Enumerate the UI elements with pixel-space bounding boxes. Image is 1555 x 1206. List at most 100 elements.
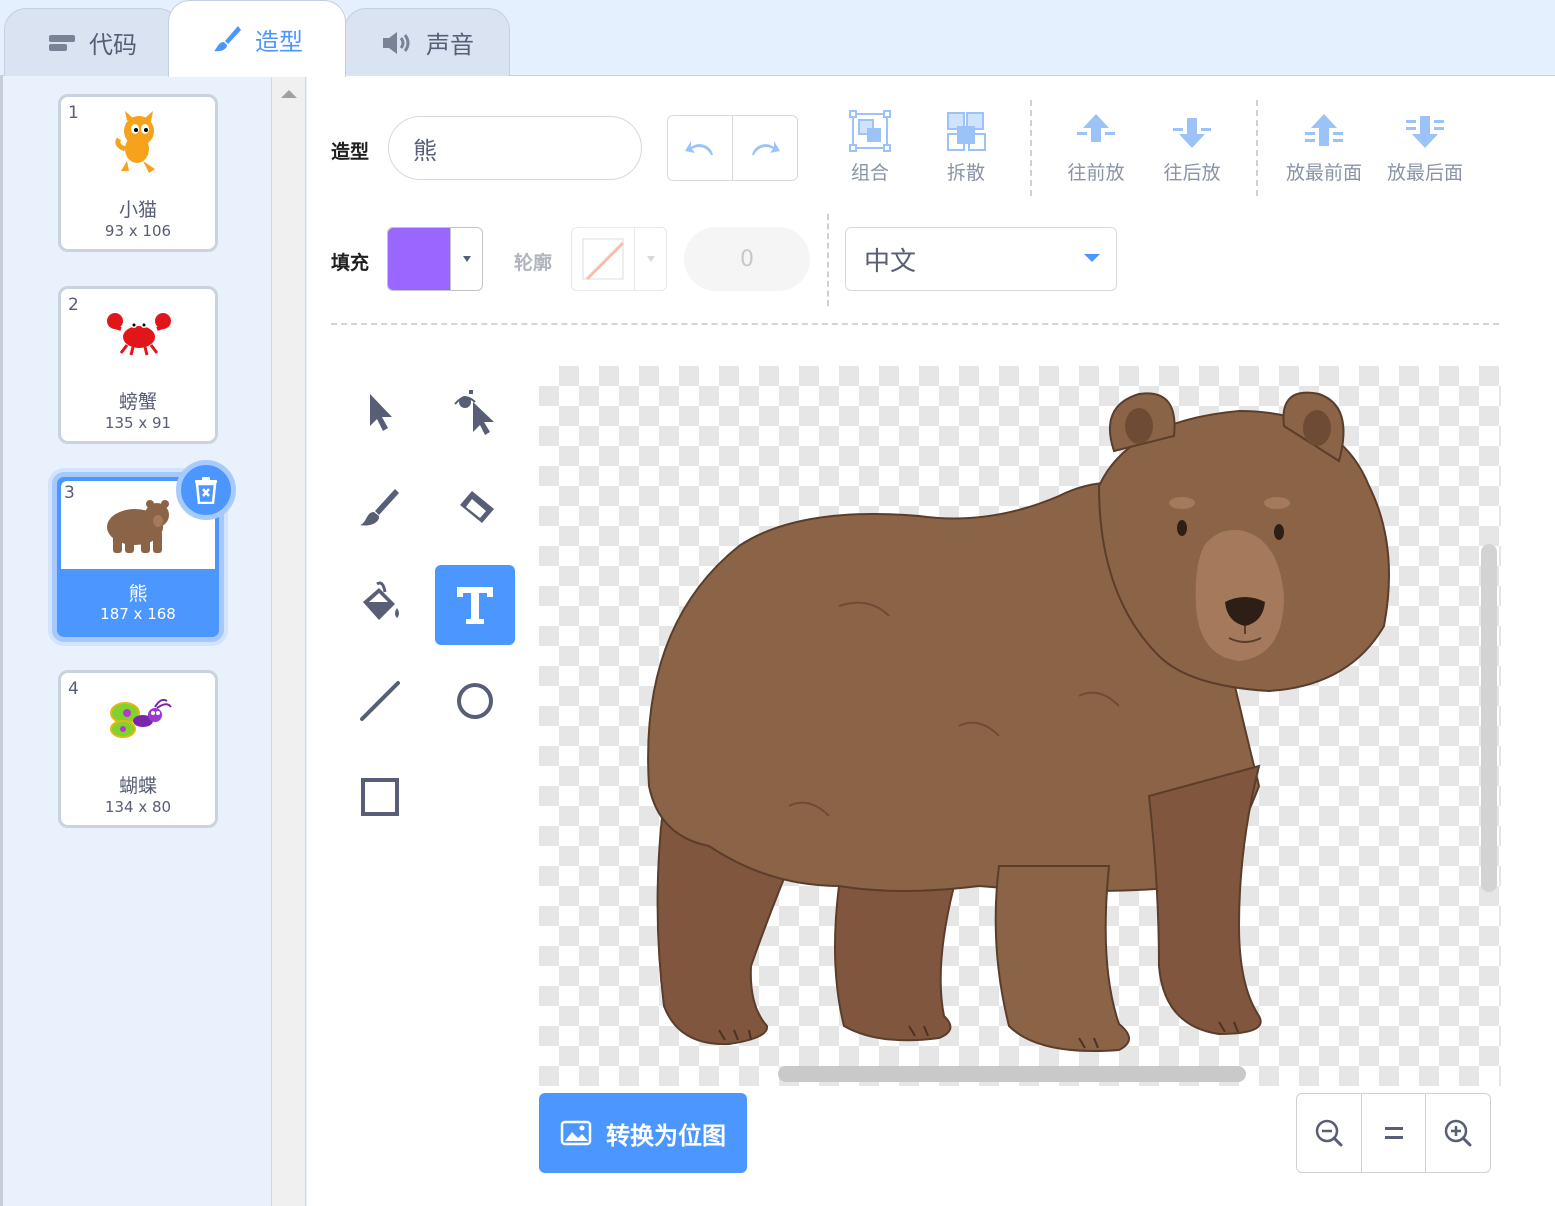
tab-sounds-label: 声音 xyxy=(426,31,474,59)
costume-number: 1 xyxy=(68,103,79,123)
fill-dropdown-arrow[interactable] xyxy=(451,228,482,290)
reshape-tool[interactable] xyxy=(435,372,515,452)
convert-to-bitmap-label: 转换为位图 xyxy=(606,1121,726,1150)
text-tool[interactable] xyxy=(435,565,515,645)
tab-costumes[interactable]: 造型 xyxy=(168,0,346,77)
paint-bucket-icon xyxy=(363,581,399,620)
circle-icon xyxy=(457,683,493,719)
fill-label: 填充 xyxy=(331,252,370,274)
arrow-pointer-icon xyxy=(370,394,392,431)
toolbar-separator xyxy=(331,323,1499,325)
costume-name: 蝴蝶 xyxy=(118,775,157,797)
zoom-reset-button[interactable] xyxy=(1362,1094,1427,1172)
tab-sounds[interactable]: 声音 xyxy=(344,8,510,76)
backward-button[interactable]: 往后放 xyxy=(1147,110,1237,185)
no-color-icon xyxy=(582,238,625,281)
ungroup-button[interactable]: 拆散 xyxy=(921,110,1011,185)
rectangle-tool[interactable] xyxy=(340,757,420,837)
cat-thumbnail xyxy=(115,111,155,173)
costume-item-4[interactable]: 4 蝴蝶 134 x 80 xyxy=(58,670,218,828)
outline-dropdown-arrow xyxy=(635,228,666,290)
costume-number: 3 xyxy=(64,483,75,503)
ungroup-label: 拆散 xyxy=(946,162,985,184)
fill-color-picker[interactable] xyxy=(387,227,483,291)
brush-icon xyxy=(360,489,399,526)
brush-tool[interactable] xyxy=(340,468,420,548)
font-dropdown[interactable]: 中文 xyxy=(845,227,1117,291)
undo-button[interactable] xyxy=(668,116,733,180)
costume-size: 187 x 168 xyxy=(100,605,176,623)
costume-list-scrollbar[interactable] xyxy=(272,76,306,1206)
font-dropdown-value: 中文 xyxy=(864,246,917,277)
costume-item-2[interactable]: 2 螃蟹 135 x 91 xyxy=(58,286,218,444)
outline-label: 轮廓 xyxy=(514,252,553,274)
zoom-controls xyxy=(1296,1093,1491,1173)
outline-color-picker xyxy=(571,227,667,291)
line-icon xyxy=(360,681,400,721)
zoom-in-icon xyxy=(1444,1119,1472,1147)
arrow-down-icon xyxy=(1173,118,1211,148)
costume-name: 熊 xyxy=(128,583,148,605)
costume-number: 4 xyxy=(68,679,79,699)
paintbrush-icon xyxy=(214,26,241,52)
convert-to-bitmap-button[interactable]: 转换为位图 xyxy=(539,1093,747,1173)
stroke-width-input: 0 xyxy=(684,227,810,291)
forward-button[interactable]: 往前放 xyxy=(1051,110,1141,185)
caret-down-icon xyxy=(462,256,471,262)
reshape-icon xyxy=(454,390,494,435)
send-to-back-button[interactable]: 放最后面 xyxy=(1380,110,1470,185)
costume-size: 135 x 91 xyxy=(104,414,172,432)
fill-tool[interactable] xyxy=(340,565,420,645)
select-tool[interactable] xyxy=(340,372,420,452)
eraser-icon xyxy=(460,491,494,523)
tab-code-label: 代码 xyxy=(89,31,137,59)
backward-label: 往后放 xyxy=(1163,162,1221,184)
group-icon xyxy=(849,110,891,152)
bring-to-front-label: 放最前面 xyxy=(1285,162,1362,184)
speaker-icon xyxy=(383,31,410,54)
arrow-up-icon xyxy=(1077,114,1115,142)
bring-to-front-button[interactable]: 放最前面 xyxy=(1279,110,1369,185)
toolbar-divider xyxy=(1256,100,1258,196)
fill-color-swatch xyxy=(388,228,451,290)
text-t-icon xyxy=(457,587,493,624)
bear-drawing xyxy=(647,391,1390,1052)
line-tool[interactable] xyxy=(340,661,420,741)
bear-thumbnail xyxy=(107,500,169,553)
zoom-out-icon xyxy=(1315,1119,1343,1147)
zoom-out-button[interactable] xyxy=(1297,1094,1362,1172)
butterfly-thumbnail xyxy=(110,698,172,738)
undo-icon xyxy=(685,141,713,155)
costume-name: 小猫 xyxy=(118,199,157,221)
equals-icon xyxy=(1384,1127,1403,1139)
group-button[interactable]: 组合 xyxy=(825,110,915,185)
tab-costumes-label: 造型 xyxy=(255,27,303,56)
code-blocks-icon xyxy=(49,34,75,51)
delete-costume-button[interactable] xyxy=(176,460,236,520)
canvas-vertical-scrollbar[interactable] xyxy=(1481,544,1497,892)
redo-button[interactable] xyxy=(733,116,797,180)
bring-to-front-icon xyxy=(1305,114,1343,146)
costume-size: 93 x 106 xyxy=(104,222,172,240)
square-icon xyxy=(361,778,399,816)
send-to-back-label: 放最后面 xyxy=(1386,162,1463,184)
eraser-tool[interactable] xyxy=(435,468,515,548)
toolbar-divider xyxy=(827,214,829,306)
circle-tool[interactable] xyxy=(435,661,515,741)
drawing-canvas[interactable] xyxy=(539,366,1501,1086)
chevron-down-icon xyxy=(1084,254,1100,262)
costume-name-label: 造型 xyxy=(331,141,370,163)
costume-name: 螃蟹 xyxy=(118,391,157,413)
costume-item-1[interactable]: 1 小猫 93 x 106 xyxy=(58,94,218,252)
send-to-back-icon xyxy=(1406,116,1444,148)
zoom-in-button[interactable] xyxy=(1426,1094,1490,1172)
costume-name-input[interactable]: 熊 xyxy=(388,116,642,180)
forward-label: 往前放 xyxy=(1067,162,1125,184)
costume-size: 134 x 80 xyxy=(104,798,172,816)
canvas-horizontal-scrollbar[interactable] xyxy=(778,1066,1246,1082)
editor-tab-bar: 代码 造型 声音 xyxy=(0,0,1555,77)
trash-icon xyxy=(195,477,217,504)
group-label: 组合 xyxy=(850,162,889,184)
scroll-up-arrow-icon[interactable] xyxy=(281,90,297,98)
tab-code[interactable]: 代码 xyxy=(4,8,180,76)
